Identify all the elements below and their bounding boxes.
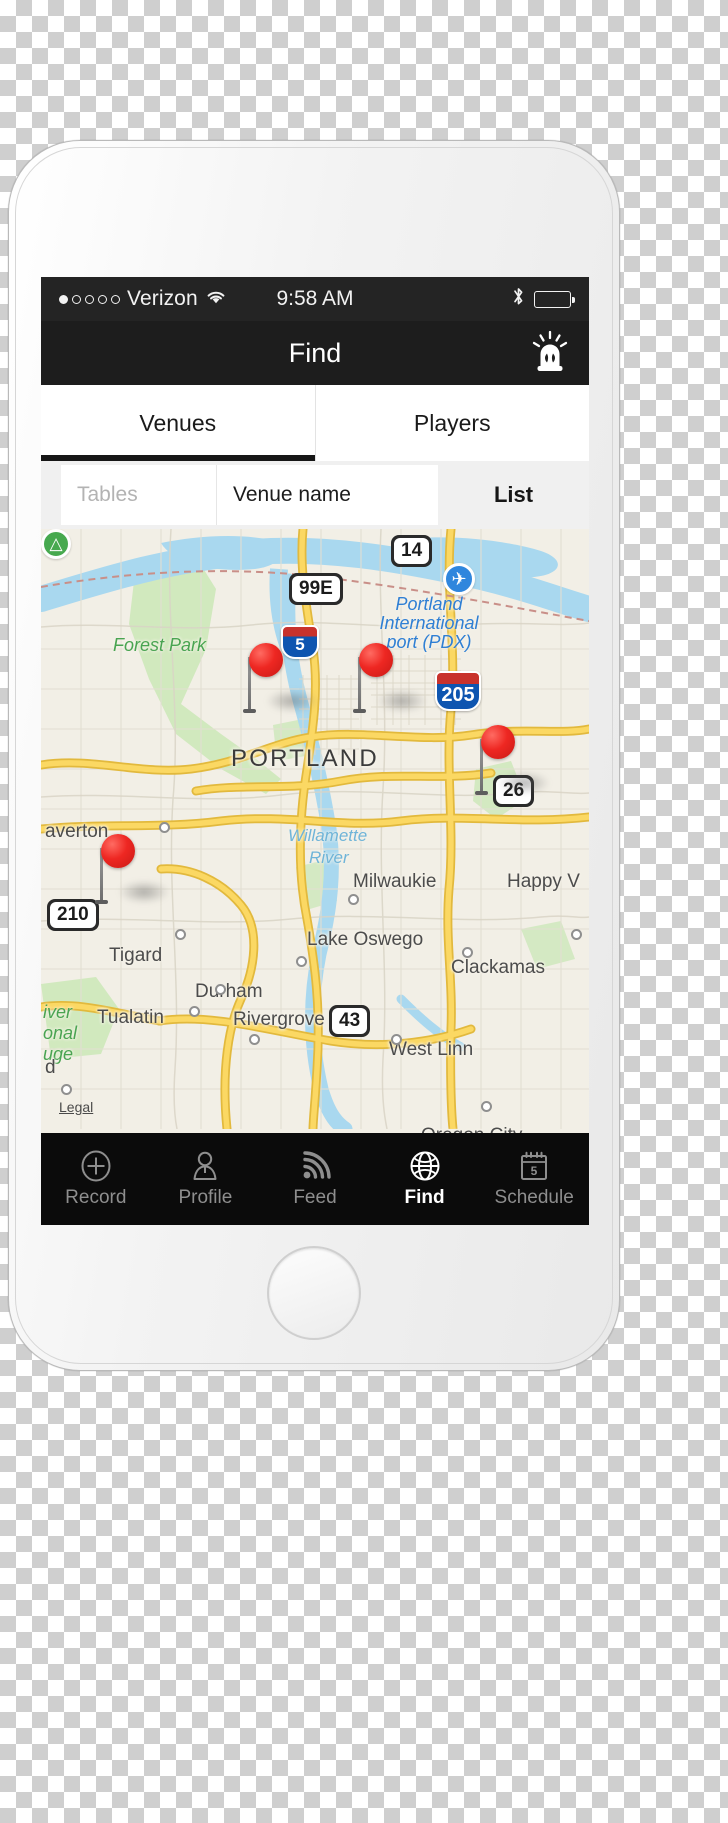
phone-device: Verizon 9:58 AM Find Venues Players Tabl… — [8, 140, 620, 1371]
town-dot — [189, 1006, 200, 1017]
status-bar-left: Verizon — [59, 287, 227, 311]
tab-bar-label-find: Find — [404, 1187, 445, 1208]
calendar-icon: 5 — [518, 1149, 550, 1183]
signal-strength-icon — [59, 294, 120, 304]
home-button[interactable] — [267, 1246, 361, 1340]
navigation-bar: Find — [41, 321, 589, 385]
filter-bar: Tables Venue name List — [41, 461, 589, 529]
tab-bar-item-find[interactable]: Find — [370, 1149, 480, 1209]
town-dot — [249, 1034, 260, 1045]
town-dot — [481, 1101, 492, 1112]
tab-bar-label-record: Record — [65, 1187, 127, 1208]
phone-screen: Verizon 9:58 AM Find Venues Players Tabl… — [41, 277, 589, 1225]
town-dot — [159, 822, 170, 833]
tab-players-label: Players — [413, 409, 491, 436]
town-dot — [571, 929, 582, 940]
plus-circle-icon — [80, 1149, 112, 1183]
town-dot — [462, 947, 473, 958]
battery-icon — [534, 290, 575, 308]
tab-bar-item-record[interactable]: Record — [41, 1149, 151, 1209]
airport-marker-icon: ✈ — [443, 563, 475, 595]
tab-bar-item-feed[interactable]: Feed — [260, 1149, 370, 1209]
svg-text:5: 5 — [531, 1164, 538, 1178]
highway-shield-99e: 99E — [289, 573, 343, 605]
venue-name-input-value: Venue name — [233, 483, 351, 506]
siren-icon[interactable] — [525, 328, 575, 378]
tab-bar-label-feed: Feed — [293, 1187, 337, 1208]
map-canvas — [41, 529, 589, 1129]
tables-input-placeholder: Tables — [77, 483, 138, 506]
tab-bar-item-schedule[interactable]: 5 Schedule — [479, 1149, 589, 1209]
town-dot — [348, 894, 359, 905]
wifi-icon — [205, 287, 227, 311]
town-dot — [296, 956, 307, 967]
tab-players[interactable]: Players — [314, 385, 589, 461]
highway-shield-14-label: 14 — [394, 538, 430, 564]
town-dot — [391, 1034, 402, 1045]
tab-bar-label-schedule: Schedule — [494, 1187, 574, 1208]
person-icon — [189, 1149, 221, 1183]
venue-name-input[interactable]: Venue name — [216, 465, 438, 525]
tab-venues-label: Venues — [139, 409, 217, 436]
highway-shield-i5-label: 5 — [295, 635, 305, 654]
town-dot — [175, 929, 186, 940]
tab-bar-item-profile[interactable]: Profile — [151, 1149, 261, 1209]
list-button-label: List — [493, 482, 534, 507]
tab-venues[interactable]: Venues — [41, 385, 315, 461]
highway-shield-14: 14 — [391, 535, 433, 567]
status-bar: Verizon 9:58 AM — [41, 277, 589, 321]
rss-signal-icon — [299, 1149, 331, 1183]
map-view[interactable]: △ Forest Park iver onal uge ✈ Portland I… — [41, 529, 589, 1133]
highway-shield-43: 43 — [329, 1005, 371, 1037]
tab-bar-label-profile: Profile — [178, 1187, 233, 1208]
highway-shield-43-label: 43 — [332, 1008, 368, 1034]
status-time: 9:58 AM — [276, 287, 354, 310]
page-title: Find — [288, 337, 342, 368]
carrier-label: Verizon — [127, 287, 198, 310]
town-dot — [61, 1084, 72, 1095]
tables-input[interactable]: Tables — [61, 465, 216, 525]
park-marker-icon: △ — [41, 529, 71, 559]
highway-shield-i205-label: 205 — [441, 684, 475, 706]
highway-shield-99e-label: 99E — [292, 576, 340, 602]
globe-icon — [409, 1149, 441, 1183]
list-button[interactable]: List — [438, 482, 589, 508]
segment-tabs: Venues Players — [41, 385, 589, 461]
highway-shield-210-label: 210 — [50, 902, 96, 928]
highway-shield-i5: 5 — [281, 625, 319, 659]
status-bar-right — [512, 286, 575, 313]
bottom-tab-bar: Record Profile Feed Find 5 Schedule — [41, 1133, 589, 1225]
highway-shield-i205: 205 — [435, 671, 481, 711]
highway-shield-210: 210 — [47, 899, 99, 931]
town-dot — [215, 984, 226, 995]
bluetooth-icon — [512, 286, 525, 313]
